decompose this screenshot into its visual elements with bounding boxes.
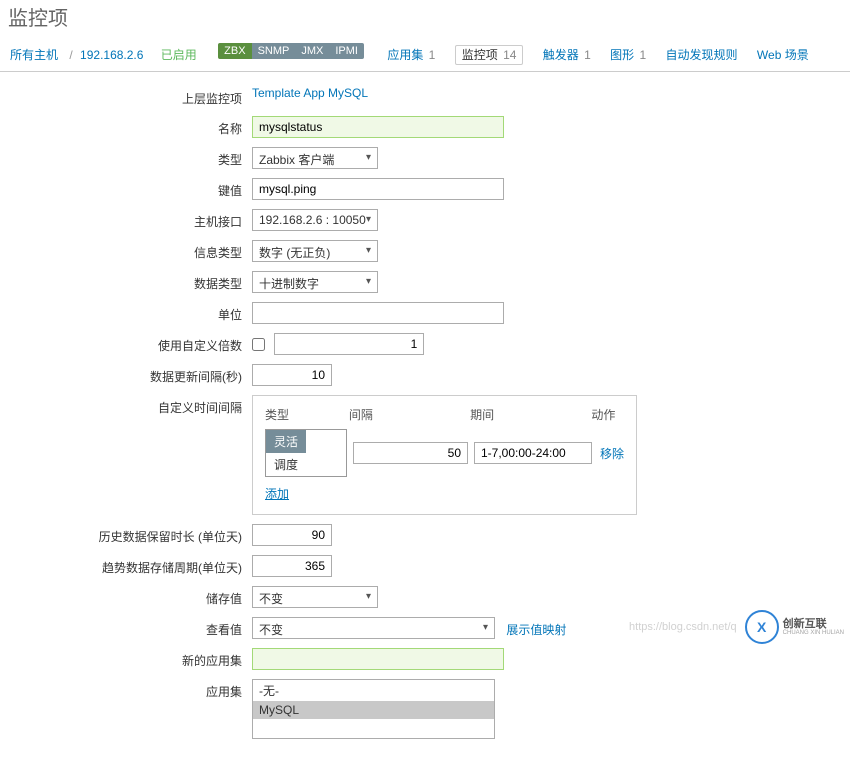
pill-ipmi[interactable]: IPMI <box>329 43 364 59</box>
page-title: 监控项 <box>0 0 850 37</box>
link-value-mapping[interactable]: 展示值映射 <box>506 623 566 637</box>
list-item[interactable]: MySQL <box>253 701 494 719</box>
tab-count: 14 <box>503 48 516 62</box>
pill-snmp[interactable]: SNMP <box>252 43 296 59</box>
tab-count: 1 <box>640 48 647 62</box>
chevron-down-icon: ▾ <box>366 214 371 225</box>
label-update-interval: 数据更新间隔(秒) <box>0 364 252 385</box>
label-apps: 应用集 <box>0 679 252 700</box>
chevron-down-icon: ▾ <box>483 622 488 633</box>
link-flex-remove[interactable]: 移除 <box>600 445 624 462</box>
chevron-down-icon: ▾ <box>366 245 371 256</box>
select-type[interactable]: Zabbix 客户端 ▾ <box>252 147 378 169</box>
tab-web[interactable]: Web 场景 <box>757 48 809 62</box>
select-info-type[interactable]: 数字 (无正负) ▾ <box>252 240 378 262</box>
input-update-interval[interactable] <box>252 364 332 386</box>
select-show-value[interactable]: 不变 ▾ <box>252 617 495 639</box>
tab-graphs[interactable]: 图形 1 <box>610 48 646 62</box>
tab-app-set[interactable]: 应用集 1 <box>387 48 435 62</box>
input-key[interactable] <box>252 178 504 200</box>
tab-label: 触发器 <box>543 48 579 62</box>
tab-label: 监控项 <box>462 48 498 62</box>
list-item[interactable]: -无- <box>253 680 494 701</box>
select-value: 十进制数字 <box>259 277 319 291</box>
flex-h-act: 动作 <box>591 406 624 423</box>
label-history: 历史数据保留时长 (单位天) <box>0 524 252 545</box>
pill-jmx[interactable]: JMX <box>295 43 329 59</box>
tab-label: 应用集 <box>387 48 423 62</box>
label-flex-interval: 自定义时间间隔 <box>0 395 252 416</box>
select-value: 数字 (无正负) <box>259 246 330 260</box>
label-new-app: 新的应用集 <box>0 648 252 669</box>
input-history[interactable] <box>252 524 332 546</box>
select-value: 192.168.2.6 : 10050 <box>259 213 366 227</box>
pill-zbx[interactable]: ZBX <box>218 43 251 59</box>
label-store-value: 储存值 <box>0 586 252 607</box>
select-value: Zabbix 客户端 <box>259 153 334 167</box>
label-parent: 上层监控项 <box>0 86 252 107</box>
chevron-down-icon: ▾ <box>366 276 371 287</box>
select-value: 不变 <box>259 592 283 606</box>
nav-all-hosts[interactable]: 所有主机 <box>10 48 58 62</box>
tab-label: 图形 <box>610 48 634 62</box>
tab-discovery[interactable]: 自动发现规则 <box>666 48 738 62</box>
chevron-down-icon: ▾ <box>366 591 371 602</box>
chevron-down-icon: ▾ <box>366 152 371 163</box>
tab-triggers[interactable]: 触发器 1 <box>543 48 591 62</box>
link-flex-add[interactable]: 添加 <box>265 487 289 501</box>
input-new-app[interactable] <box>252 648 504 670</box>
tab-count: 1 <box>584 48 591 62</box>
brand-line2: CHUANG XIN HULIAN <box>783 630 844 637</box>
label-key: 键值 <box>0 178 252 199</box>
input-unit[interactable] <box>252 302 504 324</box>
listbox-apps[interactable]: -无- MySQL <box>252 679 495 739</box>
watermark: https://blog.csdn.net/q X 创新互联 CHUANG XI… <box>629 610 844 644</box>
link-parent-template[interactable]: Template App MySQL <box>252 86 368 100</box>
nav-host-ip[interactable]: 192.168.2.6 <box>80 48 143 62</box>
select-value: 不变 <box>259 623 283 637</box>
tab-count: 1 <box>429 48 436 62</box>
brand-icon: X <box>745 610 779 644</box>
flex-toggle: 灵活调度 <box>265 429 347 477</box>
brand-line1: 创新互联 <box>783 618 844 630</box>
label-unit: 单位 <box>0 302 252 323</box>
label-info-type: 信息类型 <box>0 240 252 261</box>
flex-h-per: 期间 <box>470 406 591 423</box>
select-store-value[interactable]: 不变 ▾ <box>252 586 378 608</box>
input-flex-interval[interactable] <box>353 442 468 464</box>
label-trend: 趋势数据存储周期(单位天) <box>0 555 252 576</box>
tab-items[interactable]: 监控项 14 <box>455 45 524 65</box>
breadcrumb-sep: / <box>69 48 72 62</box>
input-trend[interactable] <box>252 555 332 577</box>
select-data-type[interactable]: 十进制数字 ▾ <box>252 271 378 293</box>
label-custom-mult: 使用自定义倍数 <box>0 333 252 354</box>
flex-h-int: 间隔 <box>349 406 470 423</box>
label-type: 类型 <box>0 147 252 168</box>
nav-bar: 所有主机 / 192.168.2.6 已启用 ZBXSNMPJMXIPMI 应用… <box>0 37 850 72</box>
pill-group: ZBXSNMPJMXIPMI <box>218 43 364 59</box>
label-data-type: 数据类型 <box>0 271 252 292</box>
input-flex-period[interactable] <box>474 442 592 464</box>
toggle-flexible[interactable]: 灵活 <box>266 430 306 453</box>
input-custom-mult[interactable] <box>274 333 424 355</box>
label-name: 名称 <box>0 116 252 137</box>
form-area: 上层监控项 Template App MySQL 名称 类型 Zabbix 客户… <box>0 72 850 768</box>
checkbox-custom-mult[interactable] <box>252 338 265 351</box>
watermark-text: https://blog.csdn.net/q <box>629 621 737 633</box>
status-enabled: 已启用 <box>161 48 197 62</box>
brand-text: 创新互联 CHUANG XIN HULIAN <box>783 618 844 637</box>
label-host-if: 主机接口 <box>0 209 252 230</box>
input-name[interactable] <box>252 116 504 138</box>
label-show-value: 查看值 <box>0 617 252 638</box>
select-host-if[interactable]: 192.168.2.6 : 10050▾ <box>252 209 378 231</box>
toggle-scheduled[interactable]: 调度 <box>266 453 306 476</box>
flex-interval-box: 类型 间隔 期间 动作 灵活调度 移除 添加 <box>252 395 637 515</box>
flex-h-type: 类型 <box>265 406 349 423</box>
